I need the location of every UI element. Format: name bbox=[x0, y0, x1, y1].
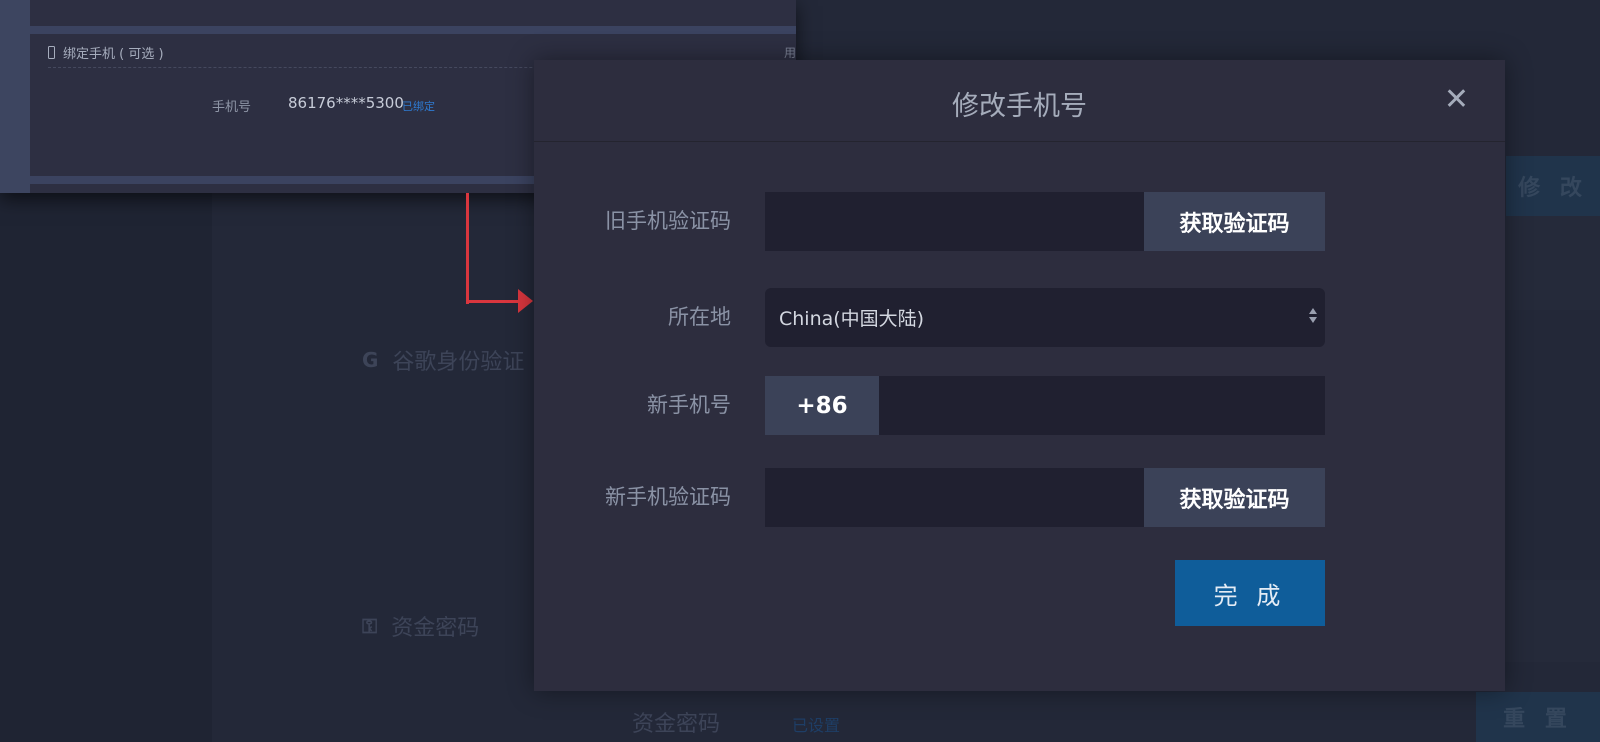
close-icon[interactable]: ✕ bbox=[1444, 82, 1469, 118]
new-code-input[interactable] bbox=[765, 468, 1144, 527]
new-phone-input[interactable] bbox=[879, 376, 1325, 435]
background-reset-button: 重 置 bbox=[1476, 692, 1600, 742]
arrow-line-horizontal bbox=[466, 300, 520, 303]
location-label: 所在地 bbox=[668, 305, 731, 329]
background-fund-password-section: 资金密码 bbox=[391, 616, 480, 641]
old-code-row: 旧手机验证码 获取验证码 bbox=[534, 192, 1505, 251]
background-google-auth-row: G 谷歌身份验证 bbox=[362, 344, 524, 376]
location-row: 所在地 China(中国大陆) bbox=[534, 288, 1505, 347]
callout-section-title: 绑定手机 ( 可选 ) bbox=[63, 47, 164, 62]
callout-section-header: 绑定手机 ( 可选 ) bbox=[48, 43, 164, 62]
arrow-line-vertical bbox=[466, 193, 469, 304]
modal-header: 修改手机号 ✕ bbox=[534, 60, 1505, 142]
callout-status-badge: 已绑定 bbox=[402, 100, 435, 113]
change-phone-modal: 修改手机号 ✕ 旧手机验证码 获取验证码 所在地 China(中国大陆) 新手机… bbox=[534, 60, 1505, 691]
arrow-head-icon bbox=[518, 289, 533, 313]
old-code-label: 旧手机验证码 bbox=[605, 209, 731, 233]
new-code-label: 新手机验证码 bbox=[605, 485, 731, 509]
callout-right-text: 用 bbox=[784, 46, 796, 60]
submit-button[interactable]: 完 成 bbox=[1175, 560, 1325, 626]
old-code-input[interactable] bbox=[765, 192, 1144, 251]
key-icon: ⚿ bbox=[362, 614, 378, 638]
background-modify-button: 修 改 bbox=[1506, 156, 1600, 216]
callout-divider-top bbox=[30, 26, 796, 34]
get-new-code-button[interactable]: 获取验证码 bbox=[1144, 468, 1325, 527]
callout-sidebar-strip bbox=[0, 0, 30, 193]
background-fund-password-link: 已设置 bbox=[792, 716, 841, 735]
new-phone-label: 新手机号 bbox=[647, 393, 731, 417]
location-select[interactable]: China(中国大陆) bbox=[765, 288, 1325, 347]
location-selected-value: China(中国大陆) bbox=[779, 308, 925, 330]
mobile-phone-icon bbox=[48, 46, 55, 59]
background-fund-password-label: 资金密码 bbox=[632, 712, 721, 737]
new-phone-row: 新手机号 +86 bbox=[534, 376, 1505, 435]
callout-phone-label: 手机号 bbox=[212, 100, 252, 115]
callout-phone-value: 86176****5300 bbox=[288, 94, 404, 112]
google-icon: G bbox=[362, 348, 379, 372]
modal-title: 修改手机号 bbox=[952, 91, 1087, 122]
new-code-row: 新手机验证码 获取验证码 bbox=[534, 468, 1505, 527]
background-google-auth-label: 谷歌身份验证 bbox=[392, 350, 525, 375]
background-fund-password-row: ⚿ 资金密码 bbox=[362, 610, 479, 642]
screen: G 谷歌身份验证 ⚿ 资金密码 资金密码 已设置 修 改 重 置 绑定手机 ( … bbox=[0, 0, 1600, 742]
select-arrows-icon bbox=[1309, 308, 1317, 323]
get-old-code-button[interactable]: 获取验证码 bbox=[1144, 192, 1325, 251]
country-code-prefix: +86 bbox=[765, 376, 879, 435]
